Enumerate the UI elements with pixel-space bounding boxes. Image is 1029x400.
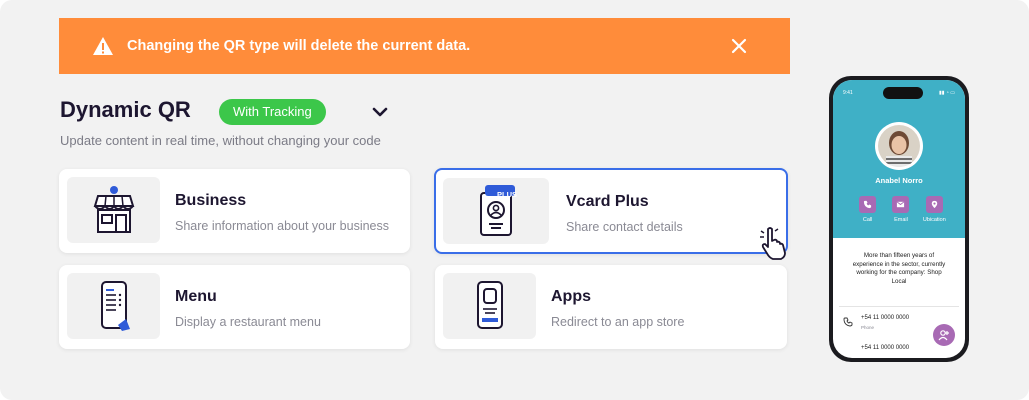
card-description: Share information about your business <box>175 219 390 233</box>
card-menu[interactable]: Menu Display a restaurant menu <box>59 265 410 349</box>
plus-tag: PLUS <box>496 190 517 199</box>
phone-notch <box>883 87 923 99</box>
phone-label: Phone <box>861 325 875 330</box>
card-description: Redirect to an app store <box>551 315 685 329</box>
status-time: 9:41 <box>843 90 853 96</box>
tracking-badge: With Tracking <box>219 99 326 125</box>
location-action[interactable]: Ubication <box>918 196 951 223</box>
phone-screen: 9:41 ▮▮ ◔ ▭ Anabel Norro Call Email Ubic… <box>833 80 965 358</box>
add-person-icon <box>938 330 949 341</box>
card-business[interactable]: Business Share information about your bu… <box>59 169 410 253</box>
call-action[interactable]: Call <box>851 196 884 223</box>
add-contact-button[interactable] <box>933 324 955 346</box>
card-title: Vcard Plus <box>566 193 649 210</box>
page-title: Dynamic QR <box>60 97 191 122</box>
card-description: Display a restaurant menu <box>175 315 321 329</box>
card-title: Business <box>175 192 247 209</box>
email-action[interactable]: Email <box>884 196 917 223</box>
phone-icon <box>843 314 853 327</box>
status-icons: ▮▮ ◔ ▭ <box>938 90 955 96</box>
phone-preview: 9:41 ▮▮ ◔ ▭ Anabel Norro Call Email Ubic… <box>829 76 969 362</box>
store-icon <box>67 177 160 243</box>
menu-phone-icon <box>67 273 160 339</box>
warning-message: Changing the QR type will delete the cur… <box>127 38 471 54</box>
card-title: Menu <box>175 288 217 305</box>
mail-icon <box>897 201 905 208</box>
phone-icon <box>864 200 872 209</box>
warning-icon <box>91 35 115 57</box>
about-text: More than fifteen years of experience in… <box>852 252 946 285</box>
phone-number-1[interactable]: +54 11 0000 0000 <box>861 315 909 321</box>
contact-actions: Call Email Ubication <box>851 196 951 223</box>
canvas: Changing the QR type will delete the cur… <box>0 0 1029 400</box>
hand-cursor-icon <box>758 225 792 261</box>
card-description: Share contact details <box>566 220 683 234</box>
chevron-down-icon[interactable] <box>370 103 390 121</box>
phone-number-2[interactable]: +54 11 0000 0000 <box>861 345 909 351</box>
profile-name: Anabel Norro <box>875 176 923 185</box>
app-phone-icon <box>443 273 536 339</box>
warning-banner: Changing the QR type will delete the cur… <box>59 18 790 74</box>
page-subtitle: Update content in real time, without cha… <box>60 133 381 148</box>
card-vcard-plus[interactable]: PLUS Vcard Plus Share contact details <box>434 168 788 254</box>
card-title: Apps <box>551 288 591 305</box>
location-pin-icon <box>931 200 938 209</box>
card-apps[interactable]: Apps Redirect to an app store <box>435 265 787 349</box>
divider <box>839 306 959 307</box>
avatar <box>875 122 923 170</box>
vcard-icon: PLUS <box>443 178 549 244</box>
close-icon[interactable] <box>728 35 750 57</box>
